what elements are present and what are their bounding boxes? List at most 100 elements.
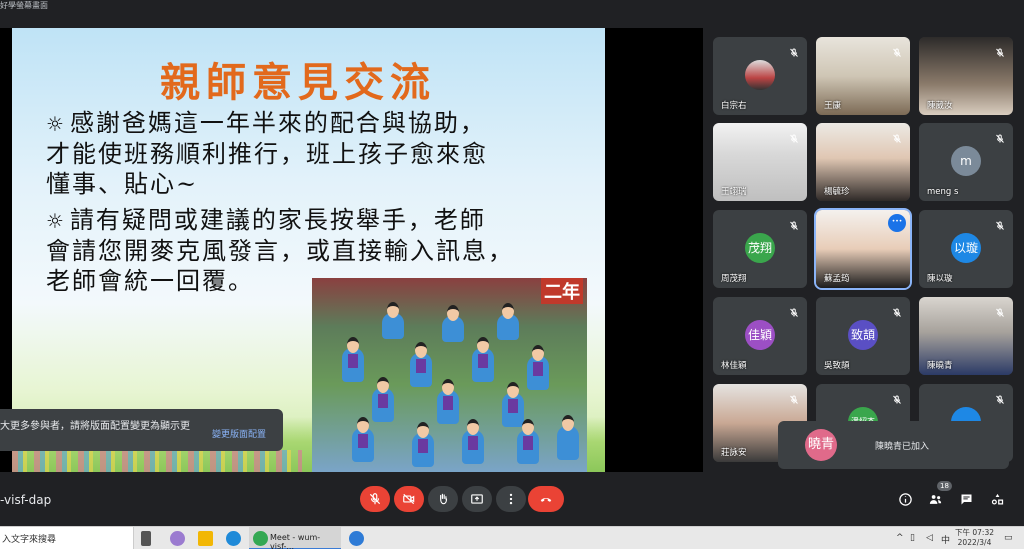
muted-mic-icon (891, 304, 903, 317)
taskbar-meet-label: Meet - wum-visf-... (270, 533, 321, 549)
meet-window: 好學螢幕畫面 親師意見交流 ☼ 感謝爸媽這一年半來的配合與協助， 才能使班務順利推… (0, 0, 1024, 549)
windows-taskbar: 入文字來搜尋 Meet - wum-visf-... ^ ▯ ◁ 中 下午 07… (0, 526, 1024, 549)
participant-tile[interactable]: 致頡 吳致頡 (816, 297, 910, 375)
participant-name: 陳曉青 (927, 361, 953, 371)
chat-button[interactable] (957, 490, 975, 508)
window-titlebar: 好學螢幕畫面 (0, 0, 1024, 14)
muted-mic-icon (788, 391, 800, 404)
participant-tile[interactable]: 楊毓珍 (816, 123, 910, 201)
photo-sign: 二年 (541, 278, 583, 304)
muted-mic-icon (891, 130, 903, 143)
meeting-code: -visf-dap (0, 493, 52, 507)
people-icon (929, 494, 941, 504)
muted-mic-icon (788, 217, 800, 230)
flowers-decoration (12, 450, 302, 472)
slide-body: ☼ 感謝爸媽這一年半來的配合與協助， 才能使班務順利推行，班上孩子愈來愈 懂事、貼… (46, 108, 586, 302)
student-figure (497, 303, 519, 340)
leave-call-button[interactable] (528, 486, 564, 512)
hang-up-icon (540, 497, 552, 502)
clock-time: 下午 07:32 (955, 528, 994, 537)
muted-mic-icon (788, 44, 800, 57)
participant-name: 林佳穎 (721, 361, 747, 371)
slide-line: 懂事、貼心~ (46, 170, 199, 198)
activities-icon (991, 493, 1003, 504)
participant-tile[interactable]: 陳葳汝 (919, 37, 1013, 115)
taskbar-search-box[interactable]: 入文字來搜尋 (0, 527, 134, 549)
participant-count-badge: 18 (937, 481, 952, 491)
participant-tile[interactable]: m meng s (919, 123, 1013, 201)
participant-tile[interactable]: 佳穎 林佳穎 (713, 297, 807, 375)
sun-bullet-icon: ☼ (46, 209, 66, 233)
tile-more-options-icon[interactable]: ••• (888, 214, 906, 232)
muted-mic-icon (994, 130, 1006, 143)
joiner-avatar: 曉青 (805, 429, 837, 461)
slide-line: 感謝爸媽這一年半來的配合與協助， (69, 109, 486, 137)
muted-mic-icon (994, 44, 1006, 57)
volume-icon[interactable]: ◁ (926, 533, 933, 543)
join-notification: 曉青 陳曉青已加入 (778, 421, 1009, 469)
taskbar-meet-window[interactable]: Meet - wum-visf-... (249, 527, 341, 549)
mic-off-icon (369, 493, 381, 505)
participant-tile[interactable]: 陳曉青 (919, 297, 1013, 375)
muted-mic-icon (891, 44, 903, 57)
participant-tile[interactable]: 王康 (816, 37, 910, 115)
participant-name: 王康 (824, 101, 842, 111)
student-figure (472, 337, 494, 382)
layout-toast-message: 大更多參與者，請將版面配置變更為顯示更 (0, 421, 190, 432)
participant-photo (745, 60, 775, 90)
participant-name: 楊毓珍 (824, 187, 850, 197)
participant-tile[interactable]: 白宗右 (713, 37, 807, 115)
student-figure (342, 337, 364, 382)
activities-button[interactable] (988, 490, 1006, 508)
camera-toggle-button[interactable] (394, 486, 424, 512)
student-figure (382, 302, 404, 339)
participant-tile[interactable]: 王翊瑞 (713, 123, 807, 201)
join-message: 陳曉青已加入 (875, 442, 930, 452)
sun-bullet-icon: ☼ (46, 112, 66, 136)
participant-avatar: m (951, 146, 981, 176)
participant-name: meng s (927, 187, 959, 197)
file-explorer-icon[interactable] (198, 531, 213, 546)
info-icon (898, 492, 912, 506)
presentation-stage: 親師意見交流 ☼ 感謝爸媽這一年半來的配合與協助， 才能使班務順利推行，班上孩子愈… (0, 28, 703, 472)
muted-mic-icon (994, 217, 1006, 230)
present-icon (471, 494, 483, 504)
more-vert-icon (509, 493, 513, 505)
present-screen-button[interactable] (462, 486, 492, 512)
muted-mic-icon (788, 304, 800, 317)
participant-avatar: 以璇 (951, 233, 981, 263)
student-figure (502, 382, 524, 427)
window-title: 好學螢幕畫面 (0, 1, 48, 10)
slide-paragraph-1: ☼ 感謝爸媽這一年半來的配合與協助， 才能使班務順利推行，班上孩子愈來愈 懂事、貼… (46, 108, 586, 199)
people-button[interactable] (926, 490, 944, 508)
hand-icon (440, 493, 448, 505)
slide-line: 才能使班務順利推行，班上孩子愈來愈 (46, 140, 488, 168)
raise-hand-button[interactable] (428, 486, 458, 512)
student-figure (372, 377, 394, 422)
meeting-details-button[interactable] (896, 490, 914, 508)
participant-tile[interactable]: ••• 蘇孟筠 (814, 208, 912, 290)
notification-icon[interactable]: ▭ (1004, 533, 1013, 543)
change-layout-button[interactable]: 變更版面配置 (212, 427, 266, 440)
ime-indicator[interactable]: 中 (941, 533, 950, 546)
tray-chevron-icon[interactable]: ^ (896, 533, 904, 543)
participant-name: 陳以璇 (927, 274, 953, 284)
participant-name: 王翊瑞 (721, 187, 747, 197)
chat-icon (961, 494, 971, 504)
mic-toggle-button[interactable] (360, 486, 390, 512)
participant-name: 吳致頡 (824, 361, 850, 371)
taskbar-clock[interactable]: 下午 07:32 2022/3/4 (955, 528, 994, 548)
shared-slide: 親師意見交流 ☼ 感謝爸媽這一年半來的配合與協助， 才能使班務順利推行，班上孩子愈… (12, 28, 605, 472)
more-options-button[interactable] (496, 486, 526, 512)
student-figure (442, 305, 464, 342)
participant-tile[interactable]: 以璇陳以璇 (919, 210, 1013, 288)
task-view-icon[interactable] (141, 531, 151, 546)
student-figure (462, 419, 484, 464)
layout-suggestion-toast: 大更多參與者，請將版面配置變更為顯示更 變更版面配置 (0, 409, 283, 451)
edge-icon[interactable] (226, 531, 241, 546)
muted-mic-icon (788, 130, 800, 143)
participant-tile[interactable]: 茂翔 周茂翔 (713, 210, 807, 288)
network-icon[interactable]: ▯ (910, 533, 915, 543)
app-icon[interactable] (170, 531, 185, 546)
ie-icon[interactable] (349, 531, 364, 546)
